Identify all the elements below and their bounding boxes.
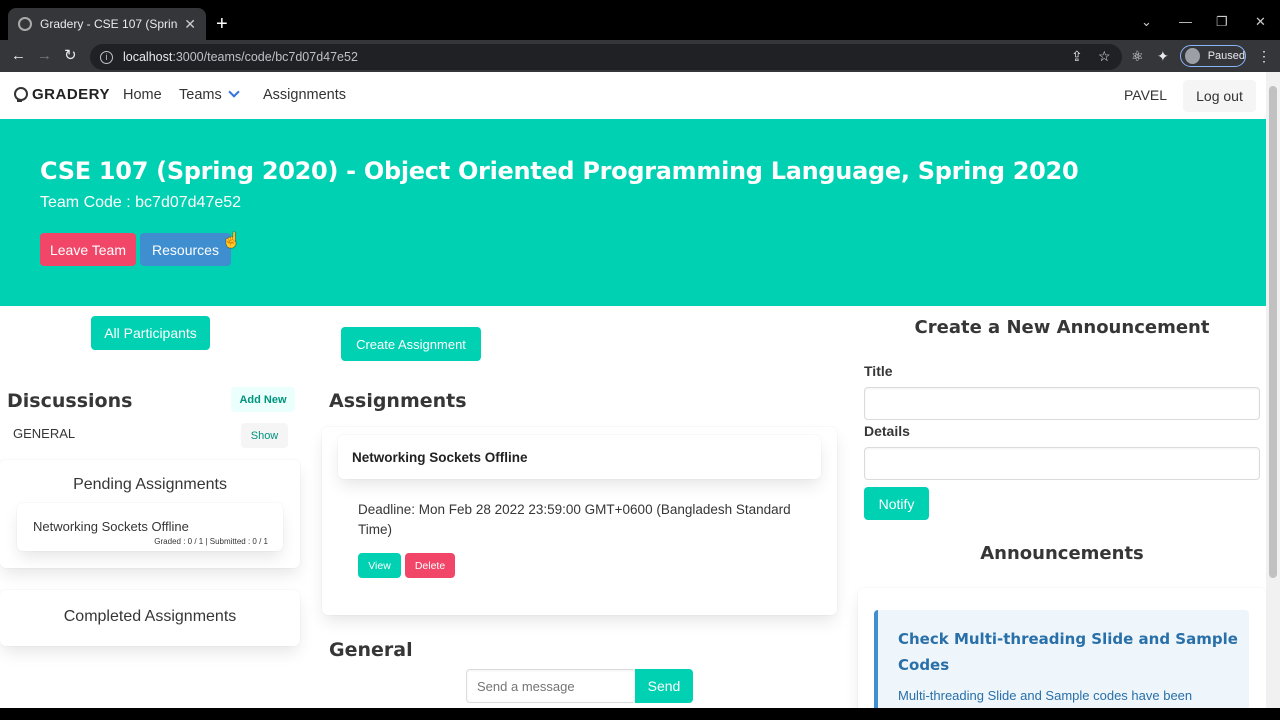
menu-kebab-icon[interactable]: ⋮	[1257, 48, 1271, 65]
message-input[interactable]	[466, 669, 636, 703]
team-code: Team Code : bc7d07d47e52	[40, 194, 242, 211]
create-announcement-title: Create a New Announcement	[914, 317, 1210, 338]
assignment-card-header[interactable]: Networking Sockets Offline	[338, 435, 821, 479]
tab-search-icon[interactable]: ⌄	[1141, 14, 1152, 30]
assignment-name: Networking Sockets Offline	[352, 450, 528, 465]
pointer-cursor-icon: ☝	[222, 232, 241, 249]
nav-assignments[interactable]: Assignments	[263, 87, 346, 103]
resources-button[interactable]: Resources	[140, 233, 231, 266]
profile-status: Paused	[1207, 50, 1245, 62]
globe-icon	[18, 17, 32, 31]
discussions-title: Discussions	[7, 390, 133, 412]
discussion-channel-general[interactable]: GENERAL	[13, 426, 75, 441]
scrollbar-thumb[interactable]	[1269, 86, 1277, 578]
tab-title: Gradery - CSE 107 (Spring 2020)	[40, 17, 178, 31]
assignments-title: Assignments	[329, 390, 467, 412]
user-name[interactable]: PAVEL	[1124, 87, 1167, 103]
status-strip	[0, 708, 1280, 720]
avatar	[1185, 48, 1200, 64]
all-participants-button[interactable]: All Participants	[91, 316, 210, 350]
pending-assignment-name: Networking Sockets Offline	[33, 519, 189, 534]
nav-teams-label: Teams	[179, 87, 222, 103]
pending-assignment-item[interactable]: Networking Sockets Offline Graded : 0 / …	[17, 503, 283, 551]
browser-toolbar: ← → ↻ i localhost :3000/teams/code/bc7d0…	[0, 40, 1280, 72]
pending-assignments-title: Pending Assignments	[73, 476, 227, 493]
nav-teams[interactable]: Teams	[179, 86, 240, 103]
logout-button[interactable]: Log out	[1183, 80, 1256, 112]
lightbulb-icon	[10, 84, 28, 104]
browser-chrome: Gradery - CSE 107 (Spring 2020) ✕ + ⌄ — …	[0, 0, 1280, 72]
url-path: :3000/teams/code/bc7d07d47e52	[172, 50, 358, 64]
create-assignment-button[interactable]: Create Assignment	[341, 327, 481, 361]
announcement-body: Multi-threading Slide and Sample codes h…	[898, 688, 1193, 703]
announcement-title-input[interactable]	[864, 387, 1260, 420]
address-bar[interactable]: i localhost :3000/teams/code/bc7d07d47e5…	[90, 44, 1122, 70]
view-assignment-button[interactable]: View	[358, 553, 401, 578]
bookmark-star-icon[interactable]: ☆	[1098, 48, 1111, 65]
minimize-icon[interactable]: —	[1179, 14, 1192, 29]
details-label: Details	[864, 423, 910, 439]
assignment-deadline: Deadline: Mon Feb 28 2022 23:59:00 GMT+0…	[358, 502, 791, 537]
extensions-puzzle-icon[interactable]: ✦	[1157, 48, 1169, 65]
new-tab-icon[interactable]: +	[216, 14, 228, 34]
delete-assignment-button[interactable]: Delete	[405, 553, 455, 578]
url-host: localhost	[123, 50, 173, 64]
add-discussion-button[interactable]: Add New	[231, 387, 295, 412]
show-discussion-button[interactable]: Show	[241, 423, 288, 448]
announcements-title: Announcements	[980, 543, 1144, 564]
completed-assignments-card: Completed Assignments	[0, 590, 300, 646]
react-devtools-icon[interactable]: ⚛	[1131, 48, 1144, 65]
page-title: CSE 107 (Spring 2020) - Object Oriented …	[40, 157, 1079, 185]
title-label: Title	[864, 363, 893, 379]
restore-icon[interactable]: ❐	[1216, 14, 1228, 30]
chevron-down-icon	[228, 86, 240, 98]
brand-logo[interactable]: GRADERY	[10, 84, 110, 104]
general-chat-title: General	[329, 639, 413, 661]
announcement-heading: Check Multi-threading Slide and Sample C…	[898, 630, 1238, 674]
browser-tab[interactable]: Gradery - CSE 107 (Spring 2020) ✕	[8, 8, 206, 40]
announcement-details-input[interactable]	[864, 447, 1260, 480]
announcement-item: Check Multi-threading Slide and Sample C…	[874, 610, 1249, 708]
back-icon[interactable]: ←	[11, 47, 26, 65]
pending-assignments-card: Pending Assignments Networking Sockets O…	[0, 460, 300, 568]
top-navbar: GRADERY Home Teams Assignments PAVEL Log…	[0, 72, 1266, 119]
info-icon[interactable]: i	[100, 50, 113, 64]
page-scrollbar[interactable]	[1266, 72, 1280, 708]
close-tab-icon[interactable]: ✕	[184, 16, 196, 33]
forward-icon[interactable]: →	[37, 47, 52, 65]
notify-button[interactable]: Notify	[864, 487, 929, 520]
nav-home[interactable]: Home	[123, 87, 162, 103]
profile-button[interactable]: Paused	[1180, 45, 1246, 67]
send-button[interactable]: Send	[635, 669, 693, 703]
completed-assignments-title: Completed Assignments	[63, 608, 237, 625]
leave-team-button[interactable]: Leave Team	[40, 233, 136, 266]
web-page: GRADERY Home Teams Assignments PAVEL Log…	[0, 72, 1266, 708]
team-hero: CSE 107 (Spring 2020) - Object Oriented …	[0, 119, 1266, 306]
assignment-card: Networking Sockets Offline Deadline: Mon…	[322, 427, 837, 615]
tab-strip: Gradery - CSE 107 (Spring 2020) ✕ + ⌄ — …	[0, 0, 1280, 40]
reload-icon[interactable]: ↻	[64, 47, 77, 65]
pending-assignment-stats: Graded : 0 / 1 | Submitted : 0 / 1	[154, 537, 268, 546]
close-window-icon[interactable]: ✕	[1255, 14, 1266, 30]
share-icon[interactable]: ⇪	[1071, 48, 1083, 65]
brand-name: GRADERY	[32, 85, 110, 103]
